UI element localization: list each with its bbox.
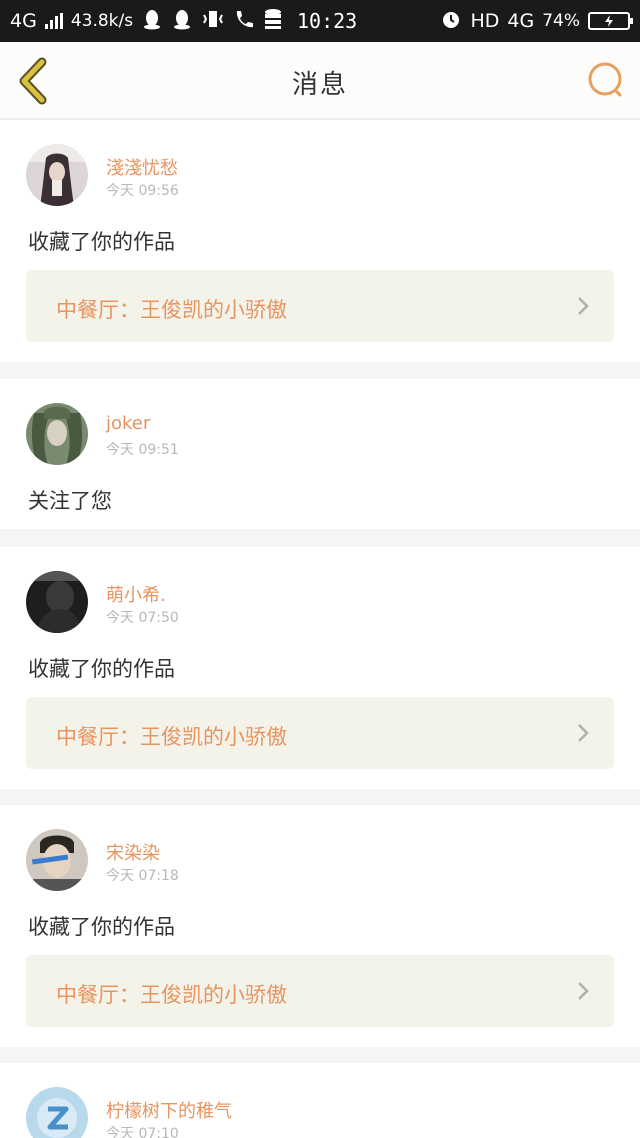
username[interactable]: 萌小希. (106, 581, 166, 607)
battery-percent: 74% (542, 11, 580, 31)
message-card: 宋染染 今天 07:18 收藏了你的作品 中餐厅：王俊凯的小骄傲 (0, 805, 640, 1047)
qq-icon (141, 8, 163, 34)
timestamp: 今天 09:51 (106, 442, 179, 458)
battery-icon (588, 12, 633, 30)
chevron-right-icon (578, 724, 589, 742)
search-icon (588, 62, 622, 97)
vibrate-icon (201, 9, 225, 33)
clock: 10:23 (297, 9, 358, 33)
username[interactable]: 淺淺忧愁 (106, 154, 178, 180)
avatar[interactable] (26, 144, 88, 206)
timestamp: 今天 09:56 (106, 183, 179, 199)
action-text: 收藏了你的作品 (28, 915, 175, 939)
username[interactable]: 柠檬树下的稚气 (106, 1097, 232, 1123)
username[interactable]: joker (106, 413, 150, 434)
username[interactable]: 宋染染 (106, 839, 160, 865)
nav-bar: 消息 (0, 42, 640, 120)
work-title: 中餐厅：王俊凯的小骄傲 (56, 983, 287, 1007)
timestamp: 今天 07:18 (106, 868, 179, 884)
call-icon (233, 8, 255, 34)
storage-icon (263, 8, 283, 34)
status-bar: 4G 43.8k/s 10:23 HD 4G 74% (0, 0, 640, 42)
message-card: joker 今天 09:51 关注了您 (0, 379, 640, 529)
timestamp: 今天 07:10 (106, 1126, 179, 1138)
message-card: 淺淺忧愁 今天 09:56 收藏了你的作品 中餐厅：王俊凯的小骄傲 (0, 120, 640, 362)
chevron-right-icon (578, 297, 589, 315)
chevron-right-icon (578, 982, 589, 1000)
action-text: 收藏了你的作品 (28, 657, 175, 681)
message-card: 柠檬树下的稚气 今天 07:10 (0, 1063, 640, 1138)
work-title: 中餐厅：王俊凯的小骄傲 (56, 725, 287, 749)
signal-icon (44, 13, 63, 29)
work-title: 中餐厅：王俊凯的小骄傲 (56, 298, 287, 322)
search-button[interactable] (586, 60, 626, 100)
qq-icon (171, 8, 193, 34)
page-title: 消息 (291, 70, 348, 100)
network-type-left: 4G (10, 10, 37, 32)
avatar[interactable] (26, 571, 88, 633)
network-speed: 43.8k/s (70, 11, 134, 31)
action-text: 关注了您 (28, 489, 112, 513)
avatar[interactable] (26, 829, 88, 891)
message-card: 萌小希. 今天 07:50 收藏了你的作品 中餐厅：王俊凯的小骄傲 (0, 547, 640, 789)
avatar[interactable] (26, 403, 88, 465)
action-text: 收藏了你的作品 (28, 230, 175, 254)
work-link[interactable]: 中餐厅：王俊凯的小骄傲 (26, 955, 614, 1027)
work-link[interactable]: 中餐厅：王俊凯的小骄傲 (26, 697, 614, 769)
work-link[interactable]: 中餐厅：王俊凯的小骄傲 (26, 270, 614, 342)
avatar[interactable] (26, 1087, 88, 1138)
hd-label: HD (470, 10, 500, 32)
alarm-icon (440, 8, 462, 35)
network-type-right: 4G (507, 10, 535, 32)
timestamp: 今天 07:50 (106, 610, 179, 626)
